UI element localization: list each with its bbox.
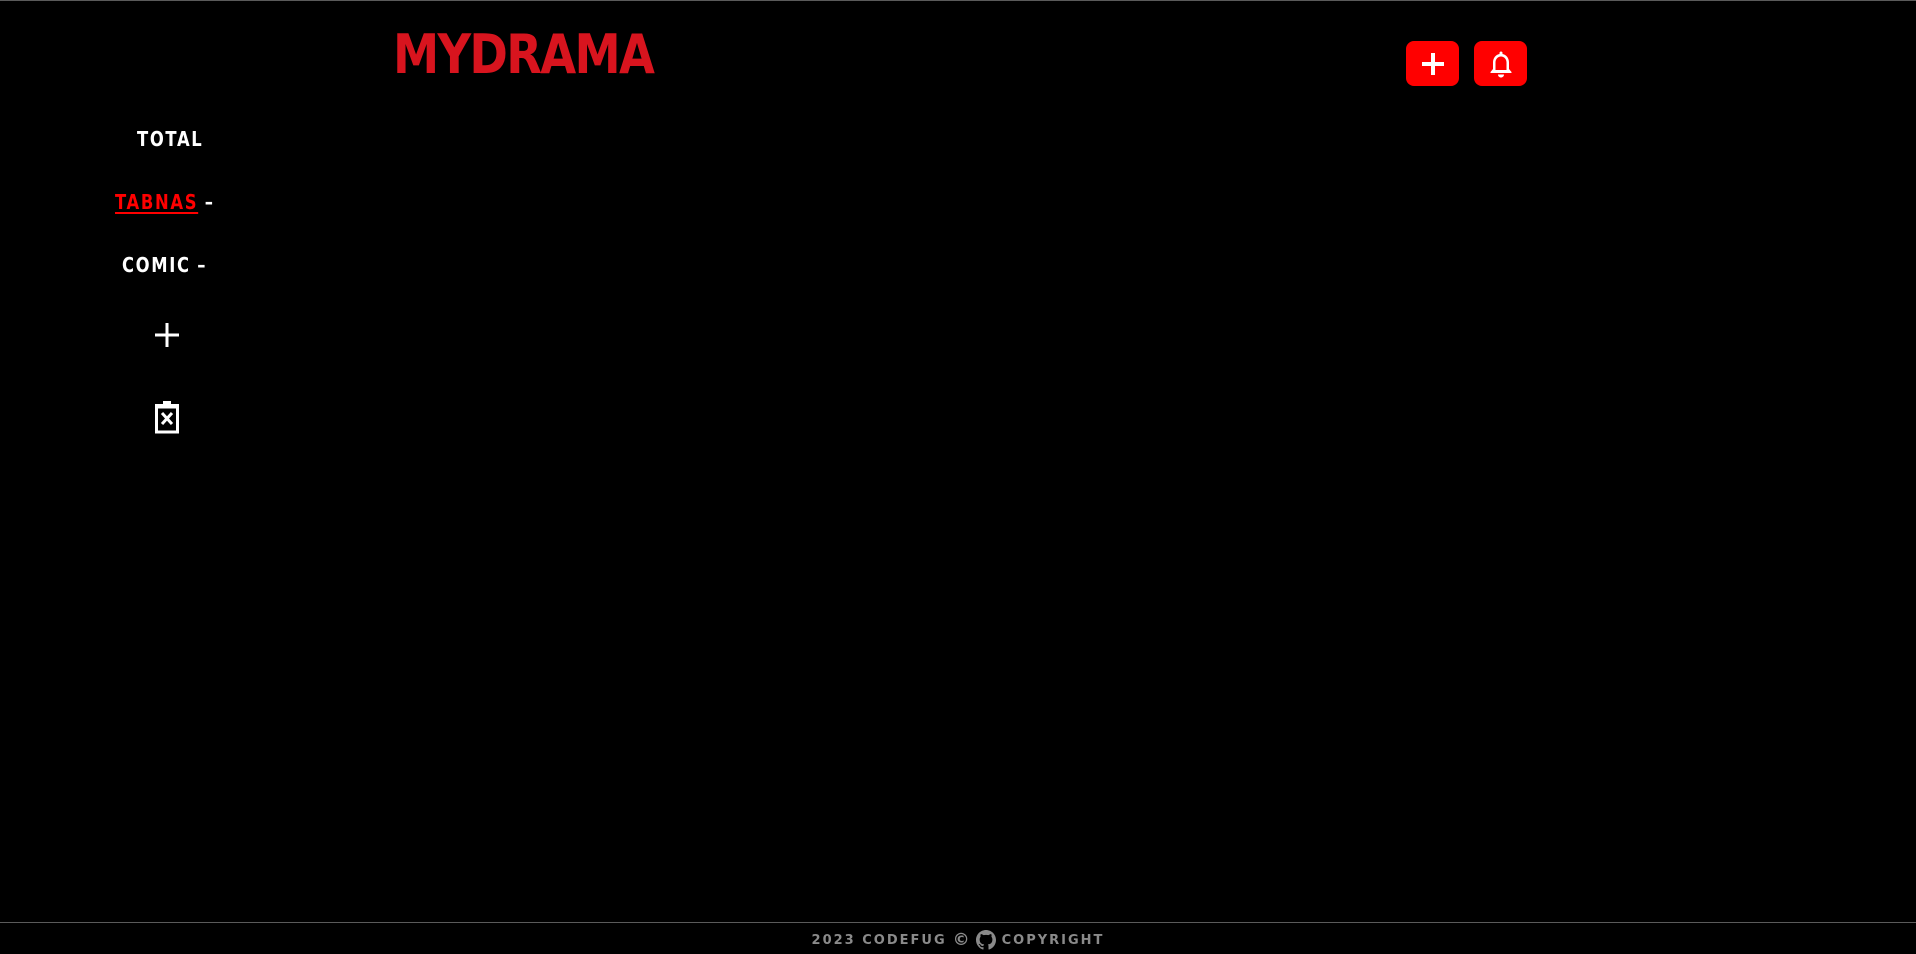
- footer-year-author: 2023 CODEFUG: [811, 932, 947, 948]
- plus-icon: [155, 323, 179, 347]
- github-link[interactable]: [975, 930, 996, 950]
- footer-divider: [0, 922, 1916, 923]
- delete-category-button[interactable]: [153, 400, 181, 438]
- sidebar-item-comic[interactable]: COMIC –: [122, 253, 207, 277]
- footer: 2023 CODEFUG © COPYRIGHT: [0, 926, 1916, 954]
- sidebar-item-label: TABNAS: [115, 190, 199, 214]
- sidebar-item-dash[interactable]: –: [197, 253, 207, 277]
- sidebar-item-total[interactable]: TOTAL: [137, 127, 203, 151]
- app-logo[interactable]: MYDRAMA: [393, 22, 655, 88]
- copyright-symbol: ©: [952, 930, 970, 950]
- sidebar-item-dash[interactable]: –: [205, 190, 215, 214]
- add-category-button[interactable]: [153, 321, 181, 353]
- top-border: [0, 0, 1916, 1]
- footer-copyright-text: COPYRIGHT: [1001, 932, 1105, 948]
- sidebar-item-label: TOTAL: [137, 127, 204, 151]
- sidebar-item-tabnas[interactable]: TABNAS –: [115, 190, 215, 214]
- notification-button[interactable]: [1474, 41, 1527, 86]
- trash-x-icon: [155, 401, 179, 434]
- github-icon: [975, 930, 996, 950]
- plus-icon: [1421, 52, 1444, 75]
- bell-icon: [1490, 51, 1511, 77]
- sidebar-item-label: COMIC: [122, 253, 191, 277]
- add-drama-button[interactable]: [1406, 41, 1459, 86]
